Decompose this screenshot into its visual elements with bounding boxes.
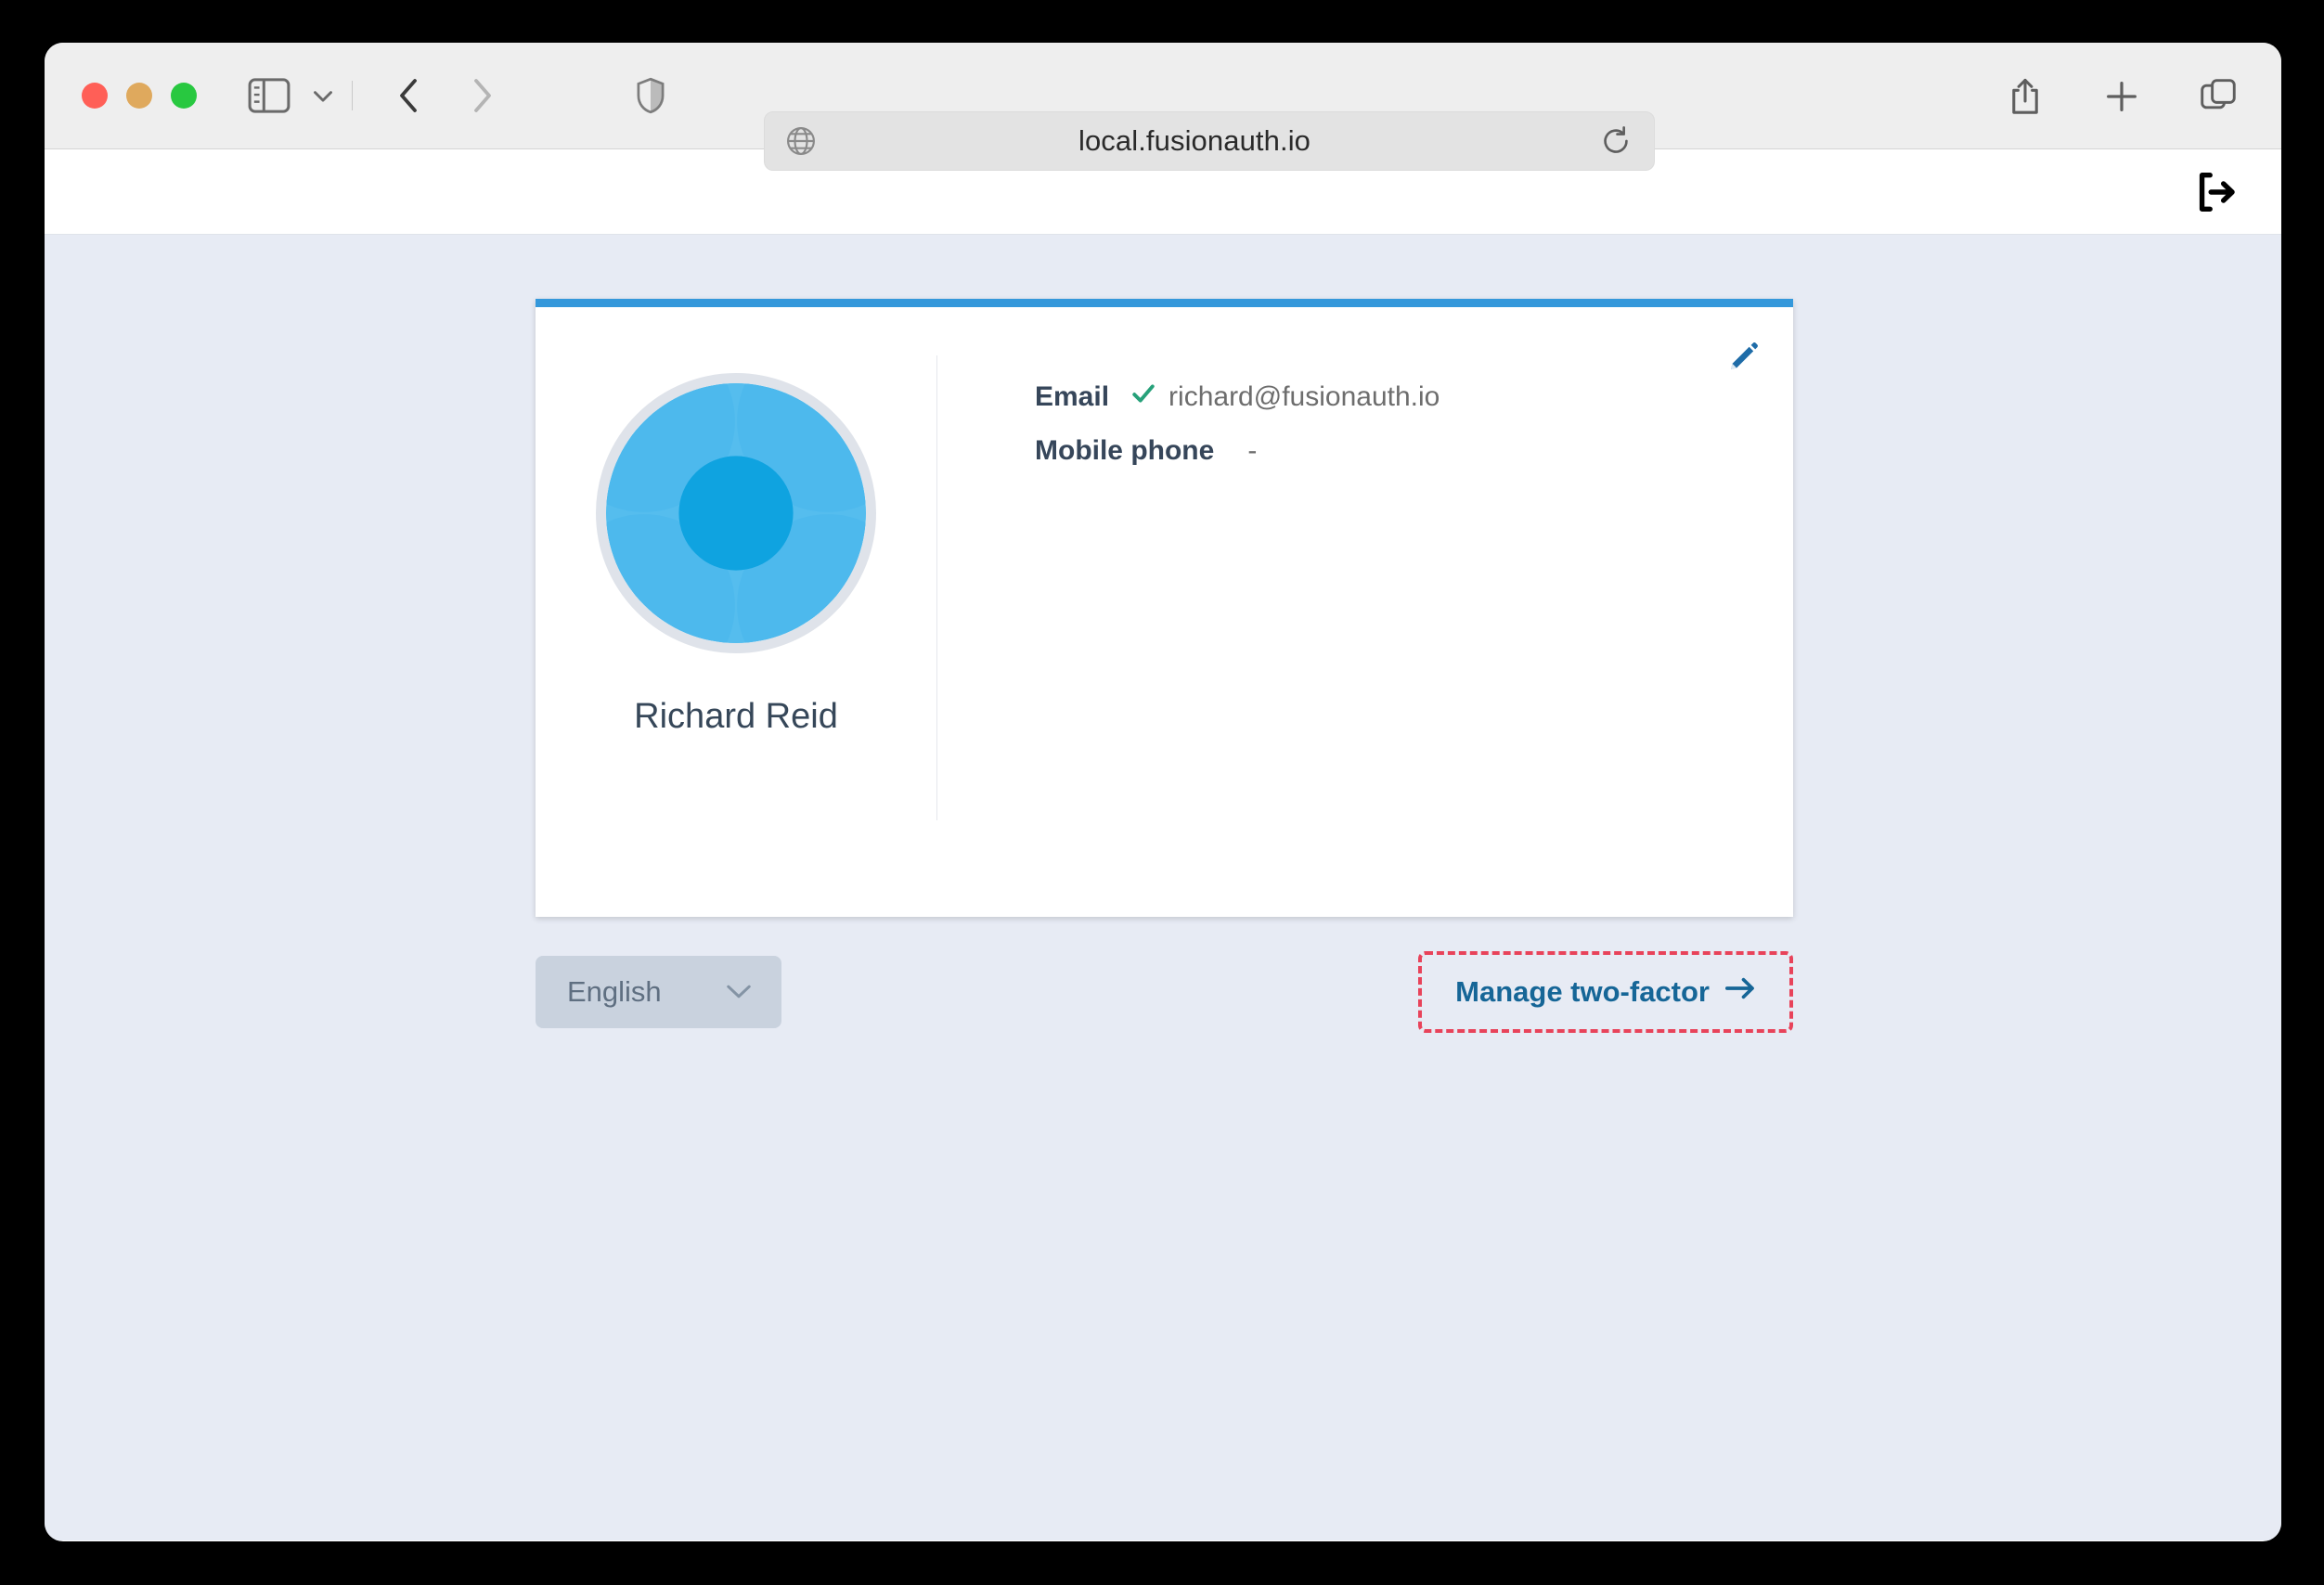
minimize-window-button[interactable] [126, 83, 152, 109]
mobile-phone-label: Mobile phone [1035, 435, 1214, 467]
email-value: richard@fusionauth.io [1168, 381, 1440, 413]
detail-row-mobile-phone: Mobile phone - [1035, 435, 1793, 467]
url-text[interactable]: local.fusionauth.io [789, 124, 1600, 158]
logout-icon[interactable] [2192, 169, 2239, 215]
default-gravatar-avatar [606, 383, 866, 643]
arrow-right-icon [1724, 975, 1756, 1009]
user-name: Richard Reid [634, 697, 838, 737]
forward-arrow-icon[interactable] [466, 75, 497, 116]
mobile-phone-value: - [1247, 435, 1257, 467]
manage-two-factor-link[interactable]: Manage two-factor [1455, 975, 1756, 1009]
zoom-window-button[interactable] [171, 83, 197, 109]
avatar [596, 373, 876, 653]
chevron-down-icon [724, 982, 754, 1003]
close-window-button[interactable] [82, 83, 108, 109]
avatar-column: Richard Reid [536, 307, 936, 917]
reload-icon[interactable] [1600, 125, 1654, 157]
url-bar[interactable]: local.fusionauth.io [764, 111, 1655, 171]
sidebar-icon[interactable] [248, 78, 290, 113]
chevron-down-icon[interactable] [290, 80, 339, 111]
browser-toolbar: local.fusionauth.io [45, 43, 2281, 149]
browser-window: local.fusionauth.io [45, 43, 2281, 1541]
toolbar-right-actions [2007, 43, 2237, 149]
tab-overview-icon[interactable] [2200, 77, 2237, 116]
privacy-shield-icon[interactable] [635, 77, 666, 114]
page-body: Richard Reid Email richard@fusionauth.io [45, 235, 2281, 1540]
back-arrow-icon[interactable] [394, 75, 425, 116]
details-column: Email richard@fusionauth.io Mobile phone… [937, 307, 1793, 917]
manage-two-factor-label: Manage two-factor [1455, 975, 1710, 1009]
traffic-lights [82, 83, 197, 109]
plus-icon[interactable] [2103, 77, 2140, 116]
navigation-arrows [394, 75, 497, 116]
language-select-label: English [567, 975, 662, 1009]
share-icon[interactable] [2007, 77, 2044, 116]
check-icon [1131, 381, 1156, 406]
email-label: Email [1035, 381, 1109, 413]
footer-row: English Manage two-factor [536, 951, 1793, 1033]
manage-two-factor-highlight: Manage two-factor [1418, 951, 1793, 1033]
toolbar-divider [352, 81, 353, 110]
pencil-edit-icon[interactable] [1728, 341, 1760, 372]
detail-row-email: Email richard@fusionauth.io [1035, 381, 1793, 413]
language-select[interactable]: English [536, 956, 781, 1028]
sidebar-controls [248, 78, 353, 113]
profile-card: Richard Reid Email richard@fusionauth.io [536, 299, 1793, 917]
